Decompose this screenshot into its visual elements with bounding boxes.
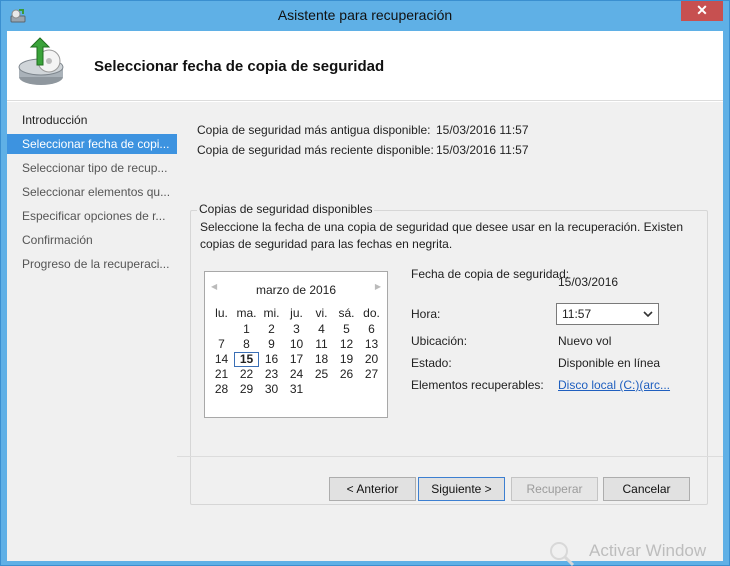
activation-watermark: Activar Window [589,541,707,560]
back-button[interactable]: < Anterior [329,477,416,501]
calendar-weekday-header: ma. [236,306,257,320]
nav-step-seleccionar-elementos[interactable]: Seleccionar elementos qu... [7,182,177,202]
calendar-weekday-header: mi. [263,306,280,320]
calendar-day[interactable]: 31 [284,382,309,397]
oldest-backup-label: Copia de seguridad más antigua disponibl… [197,123,431,137]
wizard-steps-nav: Introducción Seleccionar fecha de copi..… [7,102,177,561]
available-backups-title: Copias de seguridad disponibles [197,202,375,216]
backup-date-value: 15/03/2016 [558,275,619,289]
calendar-day[interactable]: 11 [309,337,334,352]
calendar-month-label: marzo de 2016 [255,283,337,297]
calendar-day[interactable]: 18 [309,352,334,367]
calendar-day[interactable]: 2 [259,322,284,337]
time-label: Hora: [411,307,441,321]
close-button[interactable]: ✕ [681,1,723,21]
window-title: Asistente para recuperación [277,7,453,23]
calendar-weekday-header: ju. [290,306,303,320]
calendar-day[interactable]: 21 [209,367,234,382]
calendar-day[interactable]: 19 [334,352,359,367]
magnifier-watermark-icon [550,542,575,566]
calendar-day[interactable]: 1 [234,322,259,337]
footer-divider [177,456,723,457]
calendar-day[interactable]: 29 [234,382,259,397]
nav-step-introduccion[interactable]: Introducción [7,110,177,130]
backup-calendar: ◀ marzo de 2016 ▶ lu. ma. mi. ju. vi. sá. do. 1… [204,271,388,418]
wizard-header: Seleccionar fecha de copia de seguridad [7,31,723,101]
calendar-day[interactable]: 7 [209,337,234,352]
nav-step-confirmacion[interactable]: Confirmación [7,230,177,250]
calendar-day[interactable]: 17 [284,352,309,367]
next-button[interactable]: Siguiente > [418,477,505,501]
recover-button[interactable]: Recuperar [511,477,598,501]
calendar-day[interactable]: 14 [209,352,234,367]
time-select-value: 11:57 [562,307,592,321]
location-label: Ubicación: [411,334,468,348]
nav-step-seleccionar-fecha[interactable]: Seleccionar fecha de copi... [7,134,177,154]
calendar-day[interactable]: 13 [359,337,384,352]
calendar-day[interactable]: 28 [209,382,234,397]
status-label: Estado: [411,356,452,370]
wizard-client-area: Seleccionar fecha de copia de seguridad … [7,31,723,561]
calendar-day[interactable]: 24 [284,367,309,382]
title-bar[interactable]: Asistente para recuperación ✕ [1,1,729,31]
calendar-weekday-header: vi. [315,306,328,320]
nav-step-especificar-opciones[interactable]: Especificar opciones de r... [7,206,177,226]
calendar-weekday-header: lu. [215,306,228,320]
calendar-day[interactable]: 25 [309,367,334,382]
nav-step-progreso[interactable]: Progreso de la recuperaci... [7,254,177,274]
calendar-weekday-header: do. [363,306,380,320]
calendar-day[interactable]: 22 [234,367,259,382]
available-backups-description: Seleccione la fecha de una copia de segu… [200,220,683,251]
wizard-window: Asistente para recuperación ✕ Selecciona… [0,0,730,566]
calendar-day[interactable]: 3 [284,322,309,337]
calendar-weekday-header: sá. [338,306,355,320]
calendar-day[interactable]: 16 [259,352,284,367]
newest-backup-value: 15/03/2016 11:57 [436,143,529,157]
backup-date-label: Fecha de copia de seguridad: [411,267,570,281]
calendar-day[interactable]: 4 [309,322,334,337]
chevron-down-icon [643,311,653,318]
calendar-day[interactable]: 20 [359,352,384,367]
calendar-day[interactable]: 5 [334,322,359,337]
calendar-day[interactable]: 26 [334,367,359,382]
calendar-day-selected[interactable]: 15 [234,352,259,367]
newest-backup-label: Copia de seguridad más reciente disponib… [197,143,434,157]
calendar-next-month-icon[interactable]: ▶ [375,282,381,291]
calendar-day[interactable]: 6 [359,322,384,337]
oldest-backup-value: 15/03/2016 11:57 [436,123,529,137]
calendar-day[interactable]: 12 [334,337,359,352]
calendar-day[interactable]: 27 [359,367,384,382]
calendar-day[interactable]: 9 [259,337,284,352]
recoverable-items-label: Elementos recuperables: [411,378,544,392]
calendar-day[interactable]: 23 [259,367,284,382]
nav-step-seleccionar-tipo[interactable]: Seleccionar tipo de recup... [7,158,177,178]
calendar-day[interactable]: 10 [284,337,309,352]
calendar-day[interactable]: 30 [259,382,284,397]
cancel-button[interactable]: Cancelar [603,477,690,501]
page-title: Seleccionar fecha de copia de seguridad [94,58,385,75]
calendar-day[interactable]: 8 [234,337,259,352]
location-value: Nuevo vol [558,334,612,348]
backup-recovery-icon [18,37,64,85]
time-select[interactable]: 11:57 [556,303,659,325]
status-value: Disponible en línea [558,356,661,370]
recoverable-items-link[interactable]: Disco local (C:)(arc... [558,378,670,392]
